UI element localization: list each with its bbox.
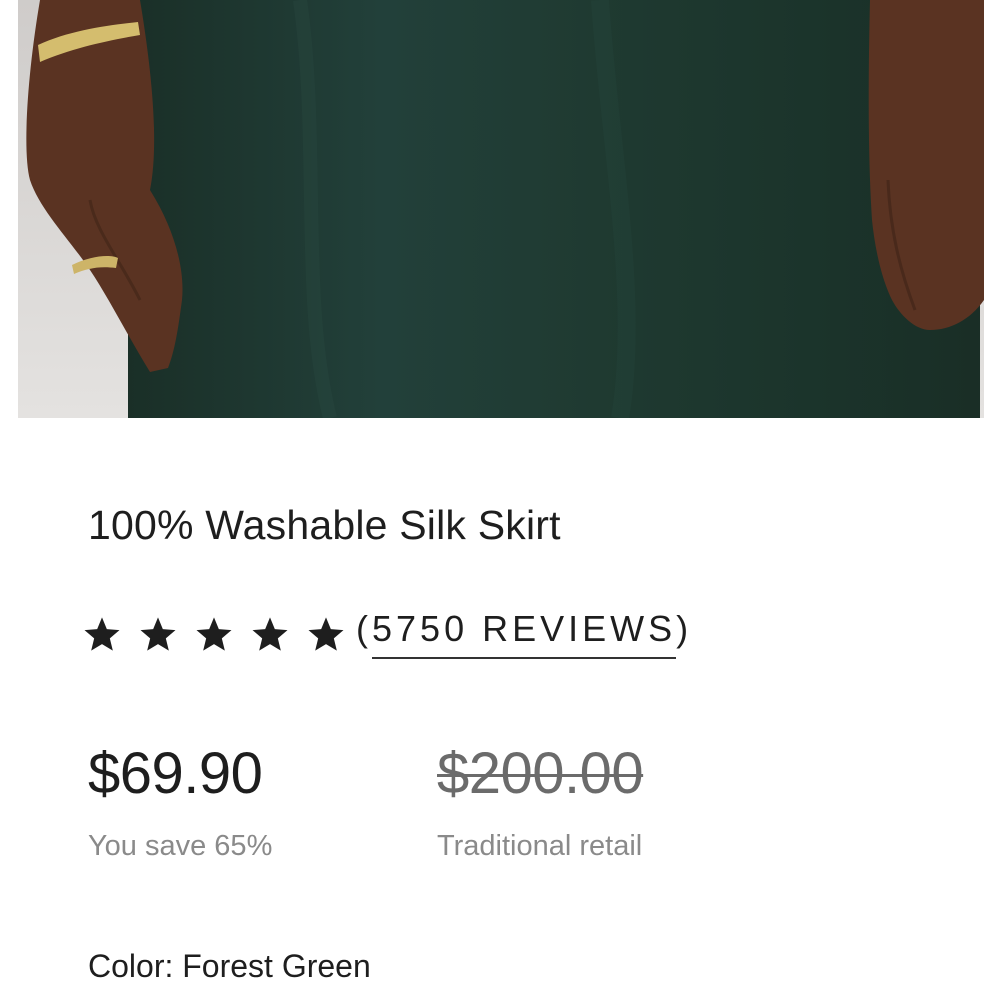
sale-price-block: $69.90 You save 65% [88,740,272,863]
sale-price: $69.90 [88,741,263,806]
product-photo [0,0,1000,418]
reviews-count: 5750 REVIEWS [372,608,677,659]
reviews-open-paren: ( [356,608,372,649]
product-image[interactable] [0,0,1000,418]
product-title: 100% Washable Silk Skirt [88,502,561,548]
selected-color-label: Color: Forest Green [88,948,371,984]
star-icon [306,614,362,654]
star-icon [138,614,194,654]
reviews-link[interactable]: (5750 REVIEWS) [356,608,693,659]
star-rating [82,614,362,654]
retail-price: $200.00 [437,741,644,806]
star-icon [250,614,306,654]
retail-note: Traditional retail [437,830,643,862]
savings-note: You save 65% [88,830,273,862]
reviews-close-paren: ) [676,608,693,649]
star-icon [82,614,138,654]
retail-price-block: $200.00 Traditional retail [437,740,644,863]
star-icon [194,614,250,654]
